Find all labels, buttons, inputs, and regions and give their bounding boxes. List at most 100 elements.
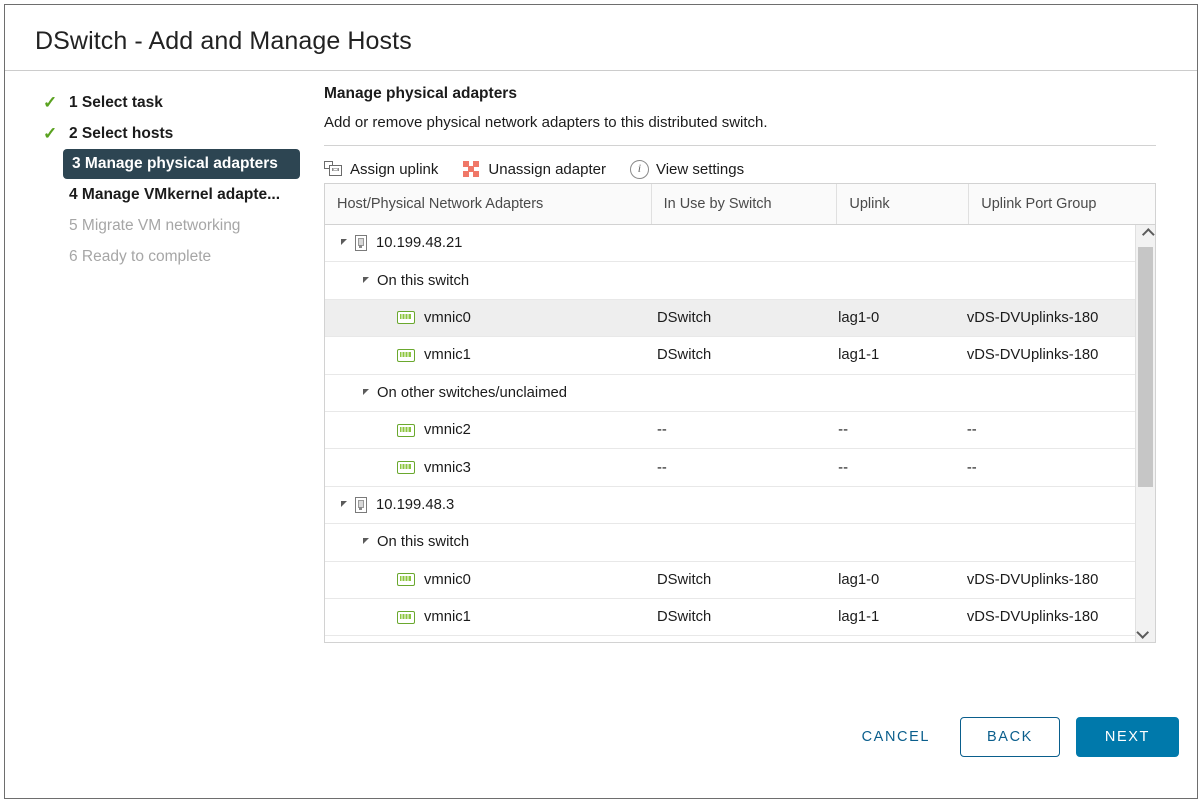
table-row[interactable]: On this switch [325, 262, 1136, 300]
expand-collapse-caret-icon[interactable] [363, 388, 369, 395]
column-header-host[interactable]: Host/Physical Network Adapters [325, 184, 652, 224]
wizard-step-label: 2 Select hosts [69, 125, 174, 142]
cancel-button[interactable]: CANCEL [844, 719, 948, 755]
assign-uplink-label: Assign uplink [350, 160, 439, 178]
table-row[interactable]: vmnic3 -- -- -- [325, 449, 1136, 487]
unassign-adapter-button[interactable]: Unassign adapter [462, 160, 606, 179]
column-header-uplink-port-group[interactable]: Uplink Port Group [969, 184, 1155, 224]
table-row[interactable]: On other switches/unclaimed [325, 375, 1136, 412]
cell-host-adapter: vmnic0 [325, 310, 645, 326]
check-icon: ✓ [43, 93, 58, 112]
wizard-step-manage-vmkernel-adapters[interactable]: 4 Manage VMkernel adapte... [5, 179, 305, 210]
main-panel: Manage physical adapters Add or remove p… [324, 85, 1156, 643]
row-label: vmnic1 [424, 609, 471, 626]
view-settings-button[interactable]: i View settings [629, 159, 744, 179]
cell-uplink: lag1-1 [838, 609, 880, 626]
cell-uplink-port-group: vDS-DVUplinks-180 [966, 609, 1099, 626]
cell-uplink: -- [838, 459, 848, 476]
table-row[interactable]: 10.199.48.3 [325, 487, 1136, 525]
network-adapter-icon [397, 348, 415, 362]
table-row[interactable]: vmnic0 DSwitch lag1-0 vDS-DVUplinks-180 [325, 562, 1136, 599]
table-row[interactable]: vmnic1 DSwitch lag1-1 vDS-DVUplinks-180 [325, 337, 1136, 375]
row-label: vmnic1 [424, 347, 471, 364]
assign-uplink-icon [324, 160, 343, 179]
row-label: vmnic0 [424, 309, 471, 326]
wizard-step-manage-physical-adapters[interactable]: 3 Manage physical adapters [63, 149, 300, 179]
table-toolbar: Assign uplink Unassign adapter i View se… [324, 146, 1156, 183]
cell-uplink-port-group: vDS-DVUplinks-180 [966, 347, 1099, 364]
cell-uplink-port-group: -- [966, 459, 977, 476]
cell-host-adapter: vmnic2 [325, 422, 645, 438]
expand-collapse-caret-icon[interactable] [341, 500, 347, 507]
table-row[interactable]: vmnic0 DSwitch lag1-0 vDS-DVUplinks-180 [325, 299, 1136, 338]
network-adapter-icon [397, 423, 415, 437]
column-header-uplink[interactable]: Uplink [837, 184, 970, 224]
unassign-adapter-label: Unassign adapter [488, 160, 606, 178]
column-header-in-use-by-switch[interactable]: In Use by Switch [652, 184, 838, 224]
cell-uplink-port-group: -- [966, 422, 977, 439]
expand-collapse-caret-icon[interactable] [341, 239, 347, 246]
network-adapter-icon [397, 461, 415, 475]
wizard-step-list: ✓ 1 Select task ✓ 2 Select hosts 3 Manag… [5, 87, 305, 272]
cell-uplink: lag1-0 [838, 571, 880, 588]
row-label: vmnic3 [424, 459, 471, 476]
cell-host-adapter: On other switches/unclaimed [325, 385, 644, 401]
wizard-step-select-task[interactable]: ✓ 1 Select task [5, 87, 305, 118]
row-label: vmnic0 [424, 571, 471, 588]
row-label: On other switches/unclaimed [377, 384, 567, 401]
footer-button-row: CANCEL BACK NEXT [844, 717, 1179, 757]
cell-host-adapter: vmnic1 [325, 609, 645, 625]
table-row[interactable]: vmnic2 -- -- -- [325, 412, 1136, 450]
dialog-body: ✓ 1 Select task ✓ 2 Select hosts 3 Manag… [5, 71, 1197, 701]
cell-uplink-port-group: vDS-DVUplinks-180 [966, 309, 1099, 326]
scroll-down-arrow-icon[interactable] [1136, 623, 1155, 642]
table-body-viewport: 10.199.48.21 On this switch vmnic0 DSwitch l… [325, 225, 1155, 642]
page-title: Manage physical adapters [324, 85, 517, 102]
cell-host-adapter: vmnic1 [325, 347, 645, 363]
row-label: On this switch [377, 534, 470, 551]
adapters-table: Host/Physical Network Adapters In Use by… [324, 183, 1156, 643]
cell-host-adapter: On this switch [325, 534, 644, 550]
wizard-step-label: 1 Select task [69, 94, 163, 111]
cell-host-adapter: vmnic0 [325, 572, 645, 588]
dialog-title-bar: DSwitch - Add and Manage Hosts [5, 5, 1197, 71]
row-label: 10.199.48.3 [376, 496, 455, 513]
table-row[interactable]: 10.199.48.21 [325, 225, 1136, 263]
cell-in-use-by-switch: -- [656, 459, 667, 476]
cell-host-adapter: On this switch [325, 273, 644, 289]
cell-in-use-by-switch: DSwitch [656, 571, 712, 588]
cell-host-adapter: 10.199.48.21 [325, 235, 644, 252]
cell-in-use-by-switch: DSwitch [656, 347, 712, 364]
cell-in-use-by-switch: DSwitch [656, 309, 712, 326]
scrollbar-thumb[interactable] [1138, 247, 1153, 487]
table-scrollbar[interactable] [1135, 225, 1155, 642]
cell-uplink-port-group: vDS-DVUplinks-180 [966, 571, 1099, 588]
wizard-step-select-hosts[interactable]: ✓ 2 Select hosts [5, 118, 305, 149]
table-body: 10.199.48.21 On this switch vmnic0 DSwitch l… [325, 225, 1136, 642]
wizard-step-label: 5 Migrate VM networking [69, 217, 241, 234]
row-label: vmnic2 [424, 422, 471, 439]
network-adapter-icon [397, 573, 415, 587]
dialog-footer: CANCEL BACK NEXT [5, 699, 1197, 798]
row-label: 10.199.48.21 [376, 235, 463, 252]
row-label: On this switch [377, 272, 470, 289]
host-server-icon [355, 235, 367, 252]
table-row[interactable]: On this switch [325, 524, 1136, 562]
wizard-step-ready-to-complete[interactable]: 6 Ready to complete [5, 241, 305, 272]
table-row[interactable]: On other switches/unclaimed [325, 636, 1136, 642]
table-row[interactable]: vmnic1 DSwitch lag1-1 vDS-DVUplinks-180 [325, 599, 1136, 637]
cell-host-adapter: vmnic3 [325, 460, 645, 476]
check-icon: ✓ [43, 124, 58, 143]
table-header-row: Host/Physical Network Adapters In Use by… [325, 184, 1155, 225]
back-button[interactable]: BACK [960, 717, 1060, 757]
expand-collapse-caret-icon[interactable] [363, 276, 369, 283]
wizard-step-migrate-vm-networking[interactable]: 5 Migrate VM networking [5, 210, 305, 241]
scroll-up-arrow-icon[interactable] [1136, 225, 1155, 244]
next-button[interactable]: NEXT [1075, 717, 1179, 757]
unassign-adapter-icon [462, 160, 481, 179]
info-icon: i [629, 159, 649, 179]
expand-collapse-caret-icon[interactable] [363, 538, 369, 545]
assign-uplink-button[interactable]: Assign uplink [324, 160, 438, 179]
dialog-title: DSwitch - Add and Manage Hosts [35, 27, 412, 55]
network-adapter-icon [397, 311, 415, 325]
